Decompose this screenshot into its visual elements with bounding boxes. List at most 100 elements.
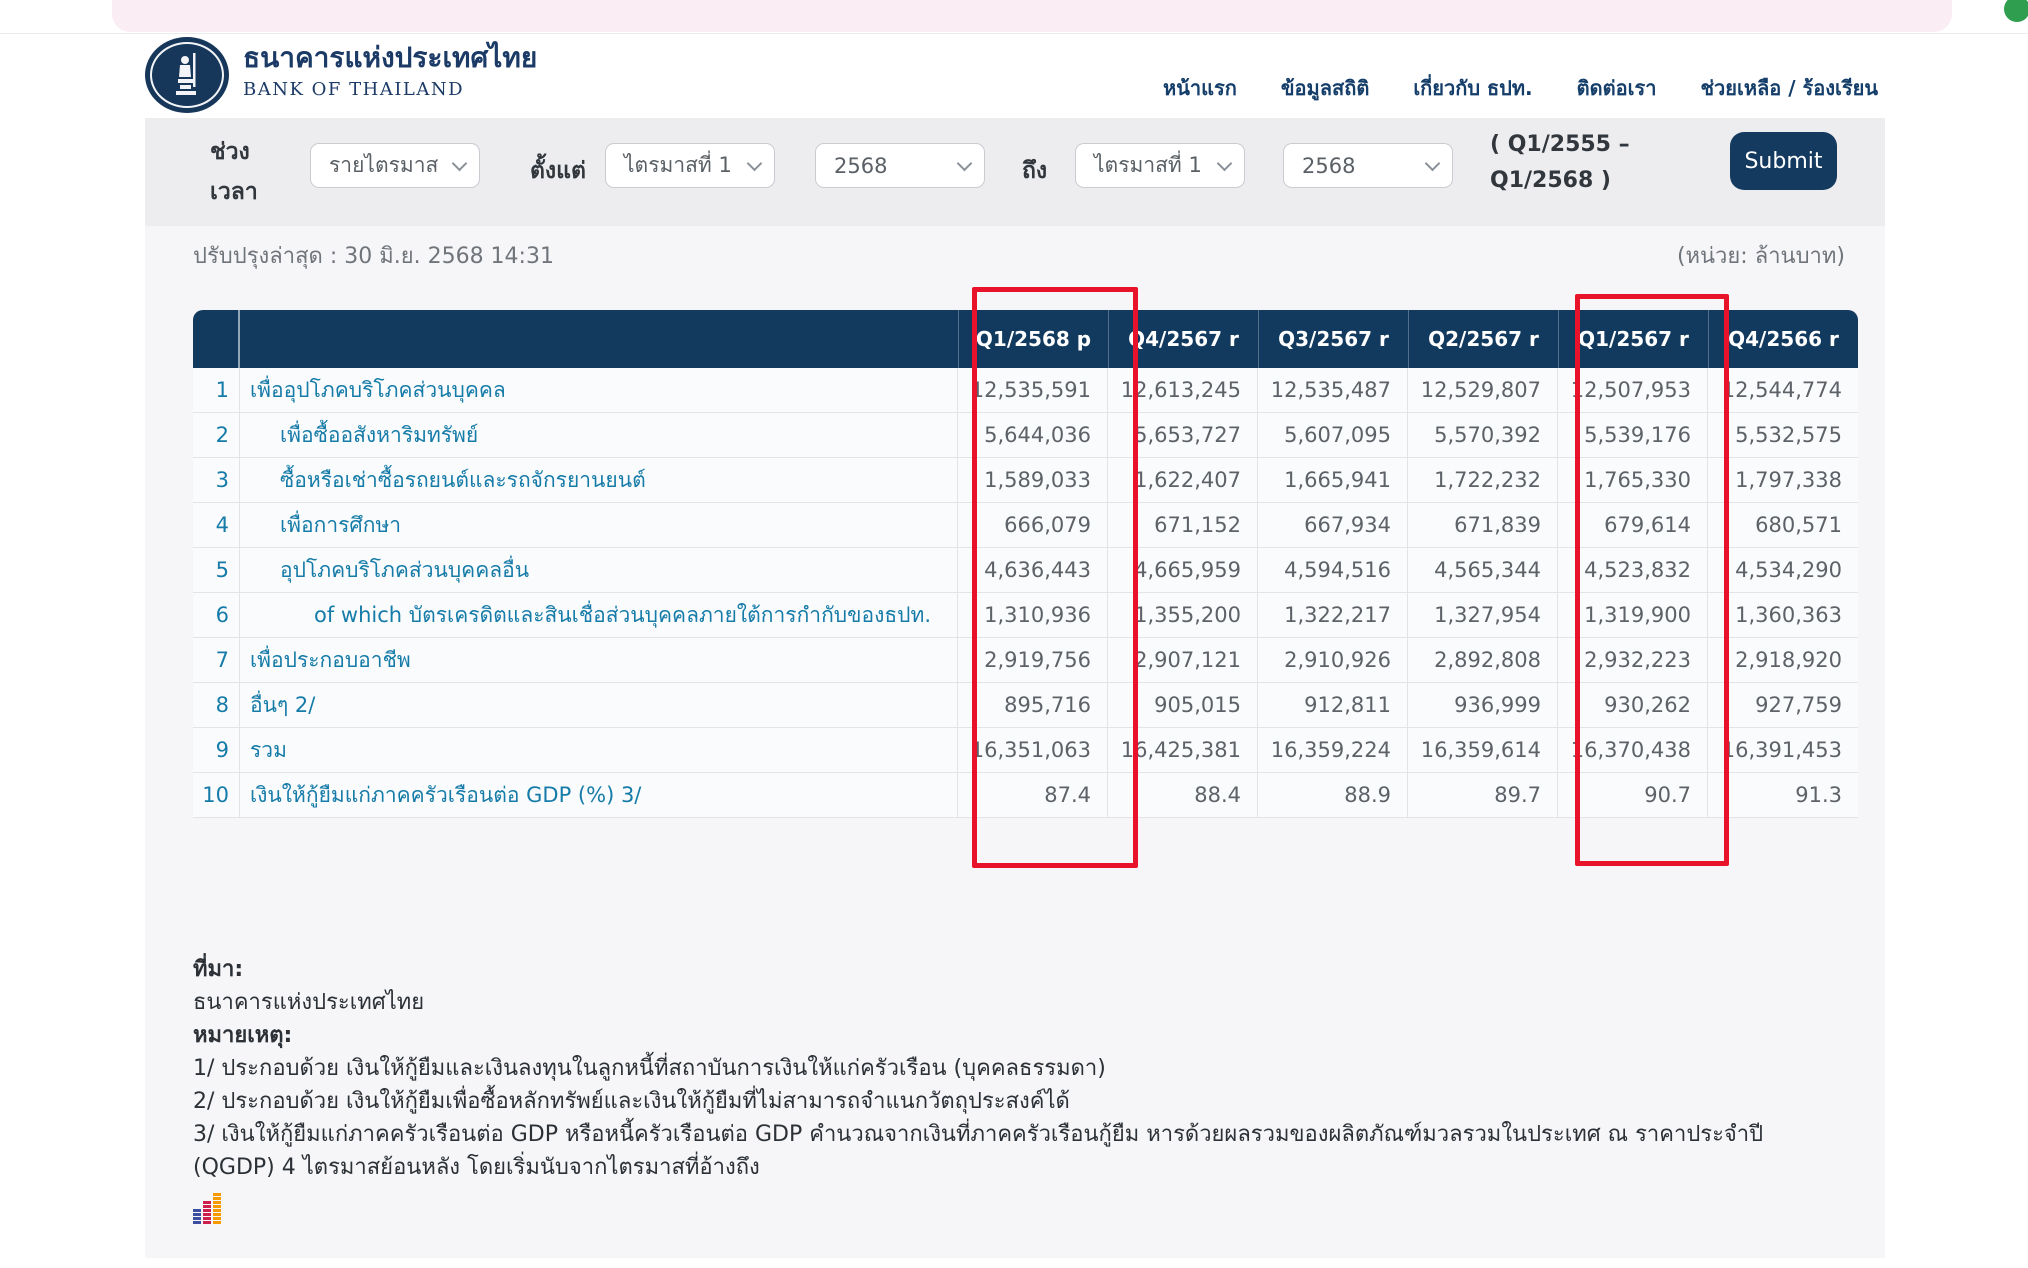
cell-6-2: 1,322,217 (1258, 593, 1408, 637)
available-range-hint: ( Q1/2555 – Q1/2568 ) (1490, 127, 1630, 199)
cell-10-1: 88.4 (1108, 773, 1258, 817)
table-row: 9รวม16,351,06316,425,38116,359,22416,359… (193, 728, 1858, 773)
note-1: 1/ ประกอบด้วย เงินให้กู้ยืมและเงินลงทุนใ… (193, 1052, 1843, 1085)
bot-emblem-icon (145, 37, 229, 113)
cell-6-4: 1,319,900 (1558, 593, 1708, 637)
to-year-select[interactable]: 2568 (1283, 143, 1453, 188)
table-row: 3ซื้อหรือเช่าซื้อรถยนต์และรถจักรยานยนต์1… (193, 458, 1858, 503)
table-row: 4เพื่อการศึกษา666,079671,152667,934671,8… (193, 503, 1858, 548)
logo-title-thai: ธนาคารแห่งประเทศไทย (243, 41, 537, 75)
row-number: 10 (193, 773, 240, 817)
row-number: 4 (193, 503, 240, 547)
chevron-down-icon (452, 155, 468, 171)
cell-5-2: 4,594,516 (1258, 548, 1408, 592)
cell-6-0: 1,310,936 (958, 593, 1108, 637)
table-row: 8อื่นๆ 2/895,716905,015912,811936,999930… (193, 683, 1858, 728)
submit-button[interactable]: Submit (1730, 132, 1837, 190)
last-updated-text: ปรับปรุงล่าสุด : 30 มิ.ย. 2568 14:31 (193, 238, 554, 273)
bar-chart-icon (193, 1192, 223, 1224)
row-label: รวม (240, 728, 958, 772)
cell-2-2: 5,607,095 (1258, 413, 1408, 457)
row-label: of which บัตรเครดิตและสินเชื่อส่วนบุคคลภ… (240, 593, 958, 637)
cell-7-3: 2,892,808 (1408, 638, 1558, 682)
bot-logo[interactable]: ธนาคารแห่งประเทศไทย BANK OF THAILAND (145, 37, 537, 113)
cell-10-4: 90.7 (1558, 773, 1708, 817)
browser-theme-bar (112, 0, 1952, 32)
main-nav: หน้าแรก ข้อมูลสถิติ เกี่ยวกับ ธปท. ติดต่อเร… (1163, 72, 1878, 104)
header-cell-0: Q1/2568 p (958, 310, 1108, 368)
content-panel: ช่วง เวลา รายไตรมาส ตั้งแต่ ไตรมาสที่ 1 … (145, 118, 1885, 1258)
cell-1-5: 12,544,774 (1708, 368, 1858, 412)
cell-9-4: 16,370,438 (1558, 728, 1708, 772)
cell-4-3: 671,839 (1408, 503, 1558, 547)
table-header-row: Q1/2568 pQ4/2567 rQ3/2567 rQ2/2567 rQ1/2… (193, 310, 1858, 368)
cell-5-3: 4,565,344 (1408, 548, 1558, 592)
row-label: เพื่อการศึกษา (240, 503, 958, 547)
cell-10-5: 91.3 (1708, 773, 1858, 817)
cell-3-3: 1,722,232 (1408, 458, 1558, 502)
row-label: อื่นๆ 2/ (240, 683, 958, 727)
row-label: เพื่อประกอบอาชีพ (240, 638, 958, 682)
cell-4-4: 679,614 (1558, 503, 1708, 547)
cell-3-2: 1,665,941 (1258, 458, 1408, 502)
to-quarter-select[interactable]: ไตรมาสที่ 1 (1075, 143, 1245, 188)
cell-4-1: 671,152 (1108, 503, 1258, 547)
cell-10-0: 87.4 (958, 773, 1108, 817)
nav-item-home[interactable]: หน้าแรก (1163, 72, 1237, 104)
row-number: 8 (193, 683, 240, 727)
nav-item-help[interactable]: ช่วยเหลือ / ร้องเรียน (1700, 72, 1878, 104)
row-number: 2 (193, 413, 240, 457)
status-green-dot (2004, 0, 2028, 22)
cell-7-0: 2,919,756 (958, 638, 1108, 682)
cell-9-5: 16,391,453 (1708, 728, 1858, 772)
unit-text: (หน่วย: ล้านบาท) (1677, 238, 1845, 273)
data-table: Q1/2568 pQ4/2567 rQ3/2567 rQ2/2567 rQ1/2… (193, 310, 1858, 818)
source-text: ธนาคารแห่งประเทศไทย (193, 986, 1843, 1019)
cell-3-1: 1,622,407 (1108, 458, 1258, 502)
header-cell-2: Q3/2567 r (1258, 310, 1408, 368)
nav-item-statistics[interactable]: ข้อมูลสถิติ (1281, 72, 1369, 104)
cell-9-0: 16,351,063 (958, 728, 1108, 772)
cell-9-1: 16,425,381 (1108, 728, 1258, 772)
source-label: ที่มา: (193, 953, 1843, 986)
table-row: 6of which บัตรเครดิตและสินเชื่อส่วนบุคคล… (193, 593, 1858, 638)
row-label: เงินให้กู้ยืมแก่ภาคครัวเรือนต่อ GDP (%) … (240, 773, 958, 817)
cell-6-3: 1,327,954 (1408, 593, 1558, 637)
header-cell-5: Q4/2566 r (1708, 310, 1858, 368)
cell-2-4: 5,539,176 (1558, 413, 1708, 457)
cell-8-5: 927,759 (1708, 683, 1858, 727)
row-label: อุปโภคบริโภคส่วนบุคคลอื่น (240, 548, 958, 592)
cell-9-2: 16,359,224 (1258, 728, 1408, 772)
cell-1-0: 12,535,591 (958, 368, 1108, 412)
cell-2-3: 5,570,392 (1408, 413, 1558, 457)
row-number: 6 (193, 593, 240, 637)
table-row: 1เพื่ออุปโภคบริโภคส่วนบุคคล12,535,59112,… (193, 368, 1858, 413)
to-label: ถึง (1022, 153, 1047, 189)
logo-title-english: BANK OF THAILAND (243, 79, 537, 100)
cell-6-1: 1,355,200 (1108, 593, 1258, 637)
cell-2-1: 5,653,727 (1108, 413, 1258, 457)
table-row: 10เงินให้กู้ยืมแก่ภาคครัวเรือนต่อ GDP (%… (193, 773, 1858, 818)
table-row: 2เพื่อซื้ออสังหาริมทรัพย์5,644,0365,653,… (193, 413, 1858, 458)
notes-list: 1/ ประกอบด้วย เงินให้กู้ยืมและเงินลงทุนใ… (193, 1052, 1843, 1184)
cell-4-0: 666,079 (958, 503, 1108, 547)
cell-5-4: 4,523,832 (1558, 548, 1708, 592)
frequency-select[interactable]: รายไตรมาส (310, 143, 480, 188)
chevron-down-icon (957, 155, 973, 171)
row-label: เพื่ออุปโภคบริโภคส่วนบุคคล (240, 368, 958, 412)
header-cell-number (193, 310, 240, 368)
header-cell-4: Q1/2567 r (1558, 310, 1708, 368)
note-3: 3/ เงินให้กู้ยืมแก่ภาคครัวเรือนต่อ GDP ห… (193, 1118, 1843, 1184)
cell-8-1: 905,015 (1108, 683, 1258, 727)
nav-item-contact[interactable]: ติดต่อเรา (1577, 72, 1657, 104)
cell-3-4: 1,765,330 (1558, 458, 1708, 502)
cell-1-2: 12,535,487 (1258, 368, 1408, 412)
cell-1-4: 12,507,953 (1558, 368, 1708, 412)
cell-2-0: 5,644,036 (958, 413, 1108, 457)
from-label: ตั้งแต่ (530, 153, 586, 189)
table-body: 1เพื่ออุปโภคบริโภคส่วนบุคคล12,535,59112,… (193, 368, 1858, 818)
from-year-select[interactable]: 2568 (815, 143, 985, 188)
cell-6-5: 1,360,363 (1708, 593, 1858, 637)
nav-item-about[interactable]: เกี่ยวกับ ธปท. (1413, 72, 1532, 104)
from-quarter-select[interactable]: ไตรมาสที่ 1 (605, 143, 775, 188)
